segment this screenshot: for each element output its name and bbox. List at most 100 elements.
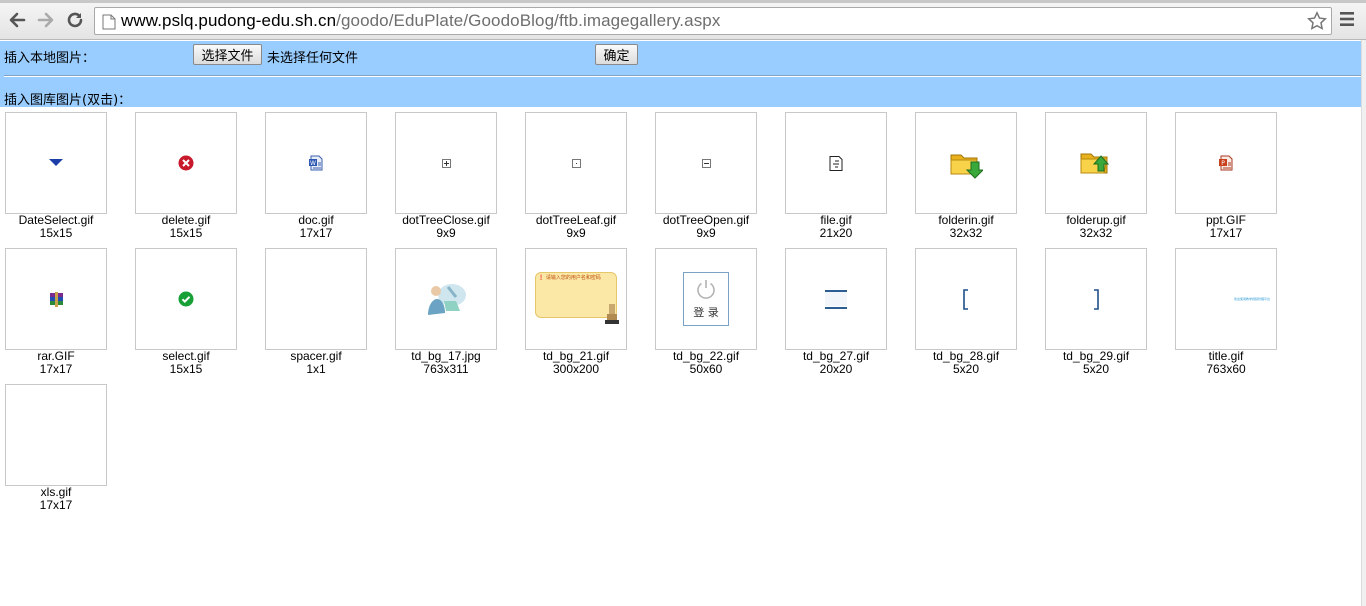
gallery-file-name: folderin.gif <box>938 213 994 227</box>
gallery-file-name: xls.gif <box>40 485 72 499</box>
select-check-icon <box>178 291 194 307</box>
gallery-item[interactable]: td_bg_27.gif 20x20 <box>785 248 887 378</box>
gallery-thumbnail[interactable] <box>395 248 497 350</box>
gallery-thumbnail[interactable] <box>265 248 367 350</box>
gallery-file-size: 17x17 <box>1209 227 1243 237</box>
gallery-item[interactable]: dotTreeOpen.gif 9x9 <box>655 112 757 242</box>
gallery-item[interactable]: 登 录 td_bg_22.gif 50x60 <box>655 248 757 378</box>
confirm-button[interactable]: 确定 <box>595 44 638 65</box>
tree-leaf-icon <box>571 158 581 168</box>
gallery-file-name: folderup.gif <box>1066 213 1126 227</box>
gallery-file-size: 1x1 <box>306 363 326 373</box>
gallery-file-name: td_bg_22.gif <box>672 349 740 363</box>
gallery-thumbnail[interactable] <box>915 248 1017 350</box>
gallery-file-size: 17x17 <box>39 363 73 373</box>
gallery-file-size: 5x20 <box>1082 363 1110 373</box>
gallery-file-name: td_bg_21.gif <box>542 349 610 363</box>
gallery-item[interactable]: xls.gif 17x17 <box>5 384 107 514</box>
gallery-thumbnail[interactable] <box>785 248 887 350</box>
tab-strip-edge <box>0 0 1366 3</box>
gallery-item[interactable]: Pppt.GIF 17x17 <box>1175 112 1277 242</box>
ppt-icon: P <box>1218 155 1234 171</box>
gallery-item[interactable]: spacer.gif 1x1 <box>265 248 367 378</box>
gallery-file-name: spacer.gif <box>290 349 342 363</box>
page-icon <box>102 14 116 30</box>
gallery-item[interactable]: select.gif 15x15 <box>135 248 237 378</box>
gallery-file-name: file.gif <box>820 213 852 227</box>
gallery-thumbnail[interactable] <box>915 112 1017 214</box>
gallery-thumbnail[interactable] <box>5 384 107 486</box>
gallery-thumbnail[interactable] <box>5 112 107 214</box>
gallery-thumbnail[interactable]: ❗ 请输入您的用户名和密码 <box>525 248 627 350</box>
gallery-thumbnail[interactable] <box>1045 112 1147 214</box>
gallery-thumbnail[interactable] <box>785 112 887 214</box>
gallery-file-size: 21x20 <box>819 227 853 237</box>
reload-button[interactable] <box>64 9 86 31</box>
gallery-file-size: 5x20 <box>952 363 980 373</box>
scrollbar[interactable] <box>1361 40 1366 606</box>
gallery-file-name: dotTreeClose.gif <box>402 213 490 227</box>
gallery-file-size: 20x20 <box>819 363 853 373</box>
bar-image <box>825 288 847 310</box>
gallery-thumbnail[interactable]: W <box>265 112 367 214</box>
gallery-item[interactable]: 欢迎使用教学视频管理平台 title.gif 763x60 <box>1175 248 1277 378</box>
person-illustration <box>424 281 468 317</box>
login-button-label: 登 录 <box>693 306 719 319</box>
forward-button[interactable] <box>35 9 57 31</box>
gallery-item[interactable]: td_bg_28.gif 5x20 <box>915 248 1017 378</box>
gallery-file-name: td_bg_17.jpg <box>411 349 481 363</box>
gallery-file-size: 9x9 <box>696 227 716 237</box>
choose-file-button[interactable]: 选择文件 <box>193 44 262 65</box>
gallery-thumbnail[interactable] <box>5 248 107 350</box>
gallery-thumbnail[interactable] <box>1045 248 1147 350</box>
gallery-label: 插入图库图片(双击)： <box>4 93 132 108</box>
gallery-item[interactable]: dotTreeLeaf.gif 9x9 <box>525 112 627 242</box>
divider <box>4 75 1361 77</box>
gallery-file-size: 15x15 <box>169 227 203 237</box>
upload-panel: 插入本地图片： 选择文件 未选择任何文件 确定 插入图库图片(双击)： <box>0 41 1361 108</box>
gallery-item[interactable]: delete.gif 15x15 <box>135 112 237 242</box>
gallery-thumbnail[interactable] <box>135 112 237 214</box>
page-content: 插入本地图片： 选择文件 未选择任何文件 确定 插入图库图片(双击)： Date… <box>0 41 1361 606</box>
rar-icon <box>48 291 65 308</box>
gallery-file-name: td_bg_27.gif <box>802 349 870 363</box>
gallery-thumbnail[interactable] <box>525 112 627 214</box>
menu-icon[interactable] <box>1339 10 1355 28</box>
gallery-thumbnail[interactable] <box>655 112 757 214</box>
gallery-thumbnail[interactable] <box>135 248 237 350</box>
url-text: www.pslq.pudong-edu.sh.cn/goodo/EduPlate… <box>121 11 720 31</box>
gallery-thumbnail[interactable]: P <box>1175 112 1277 214</box>
gallery-item[interactable]: rar.GIF 17x17 <box>5 248 107 378</box>
gallery-thumbnail[interactable]: 欢迎使用教学视频管理平台 <box>1175 248 1277 350</box>
gallery-file-size: 300x200 <box>552 363 600 373</box>
gallery-thumbnail[interactable]: 登 录 <box>655 248 757 350</box>
gallery-file-name: doc.gif <box>298 213 334 227</box>
gallery-file-size: 9x9 <box>436 227 456 237</box>
gallery-item[interactable]: folderin.gif 32x32 <box>915 112 1017 242</box>
gallery-item[interactable]: Wdoc.gif 17x17 <box>265 112 367 242</box>
bookmark-star-icon[interactable] <box>1307 11 1327 31</box>
gallery-item[interactable]: td_bg_17.jpg 763x311 <box>395 248 497 378</box>
gallery-file-name: td_bg_28.gif <box>932 349 1000 363</box>
login-notice-text: 请输入您的用户名和密码 <box>545 275 601 281</box>
gallery-file-size: 15x15 <box>39 227 73 237</box>
gallery-file-size: 32x32 <box>1079 227 1113 237</box>
svg-text:W: W <box>310 160 316 167</box>
gallery-item[interactable]: folderup.gif 32x32 <box>1045 112 1147 242</box>
gallery-item[interactable]: file.gif 21x20 <box>785 112 887 242</box>
forward-arrow-icon <box>37 12 54 28</box>
right-bracket-image <box>1093 288 1099 310</box>
gallery-file-name: dotTreeOpen.gif <box>662 213 750 227</box>
gallery-item[interactable]: ❗ 请输入您的用户名和密码 td_bg_21.gif 300x200 <box>525 248 627 378</box>
address-bar[interactable]: www.pslq.pudong-edu.sh.cn/goodo/EduPlate… <box>94 7 1332 35</box>
gallery-item[interactable]: td_bg_29.gif 5x20 <box>1045 248 1147 378</box>
gallery-file-name: rar.GIF <box>37 349 75 363</box>
doc-icon: W <box>308 155 324 171</box>
gallery-item[interactable]: dotTreeClose.gif 9x9 <box>395 112 497 242</box>
back-button[interactable] <box>6 9 28 31</box>
url-path: /goodo/EduPlate/GoodoBlog/ftb.imagegalle… <box>336 11 721 30</box>
gallery-file-size: 17x17 <box>39 499 73 512</box>
gallery-file-name: DateSelect.gif <box>18 213 94 227</box>
gallery-item[interactable]: DateSelect.gif 15x15 <box>5 112 107 242</box>
gallery-thumbnail[interactable] <box>395 112 497 214</box>
